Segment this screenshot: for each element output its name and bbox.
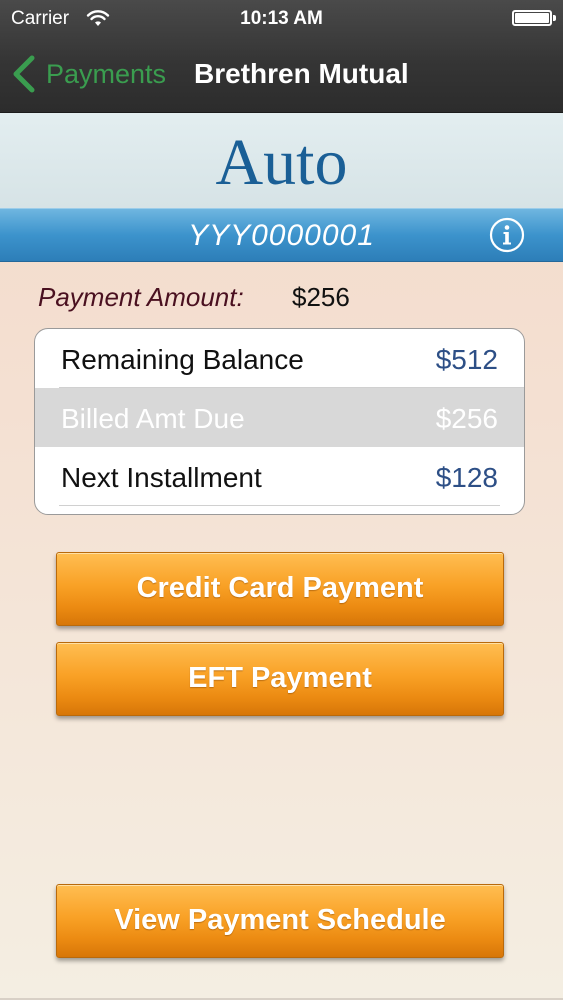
battery-icon <box>512 10 556 26</box>
balance-row-label: Next Installment <box>61 462 262 493</box>
balance-row-value: $128 <box>435 462 498 493</box>
info-icon[interactable] <box>489 217 525 253</box>
view-payment-schedule-button[interactable]: View Payment Schedule <box>56 884 504 958</box>
payment-amount-label: Payment Amount: <box>38 282 244 312</box>
policy-category-header: Auto <box>0 113 563 208</box>
chevron-left-icon <box>13 55 35 93</box>
back-button-label: Payments <box>46 58 167 89</box>
top-bar: Carrier 10:13 AM Payments Brethren Mutua… <box>0 0 563 114</box>
payment-amount-row: Payment Amount: $256 <box>38 282 350 313</box>
balance-row-value: $512 <box>435 344 498 375</box>
balance-row-billed[interactable]: Billed Amt Due $256 <box>35 388 524 447</box>
balance-row-value: $256 <box>435 403 498 434</box>
credit-card-payment-button[interactable]: Credit Card Payment <box>56 552 504 626</box>
balance-row-remaining[interactable]: Remaining Balance $512 <box>35 329 524 388</box>
balance-table: Remaining Balance $512 Billed Amt Due $2… <box>34 328 525 515</box>
policy-number: YYY0000001 <box>188 219 375 252</box>
policy-number-bar: YYY0000001 <box>0 208 563 262</box>
balance-row-label: Billed Amt Due <box>61 403 245 434</box>
balance-row-label: Remaining Balance <box>61 344 304 375</box>
payment-amount-value: $256 <box>292 282 350 312</box>
balance-row-next-installment[interactable]: Next Installment $128 <box>35 447 524 506</box>
eft-payment-button[interactable]: EFT Payment <box>56 642 504 716</box>
policy-category-label: Auto <box>215 126 348 199</box>
back-button[interactable]: Payments <box>10 54 166 94</box>
row-divider <box>59 505 500 506</box>
status-bar: Carrier 10:13 AM <box>0 0 563 38</box>
clock: 10:13 AM <box>240 8 323 29</box>
nav-title: Brethren Mutual <box>194 58 409 89</box>
navigation-bar: Payments Brethren Mutual <box>0 38 563 112</box>
